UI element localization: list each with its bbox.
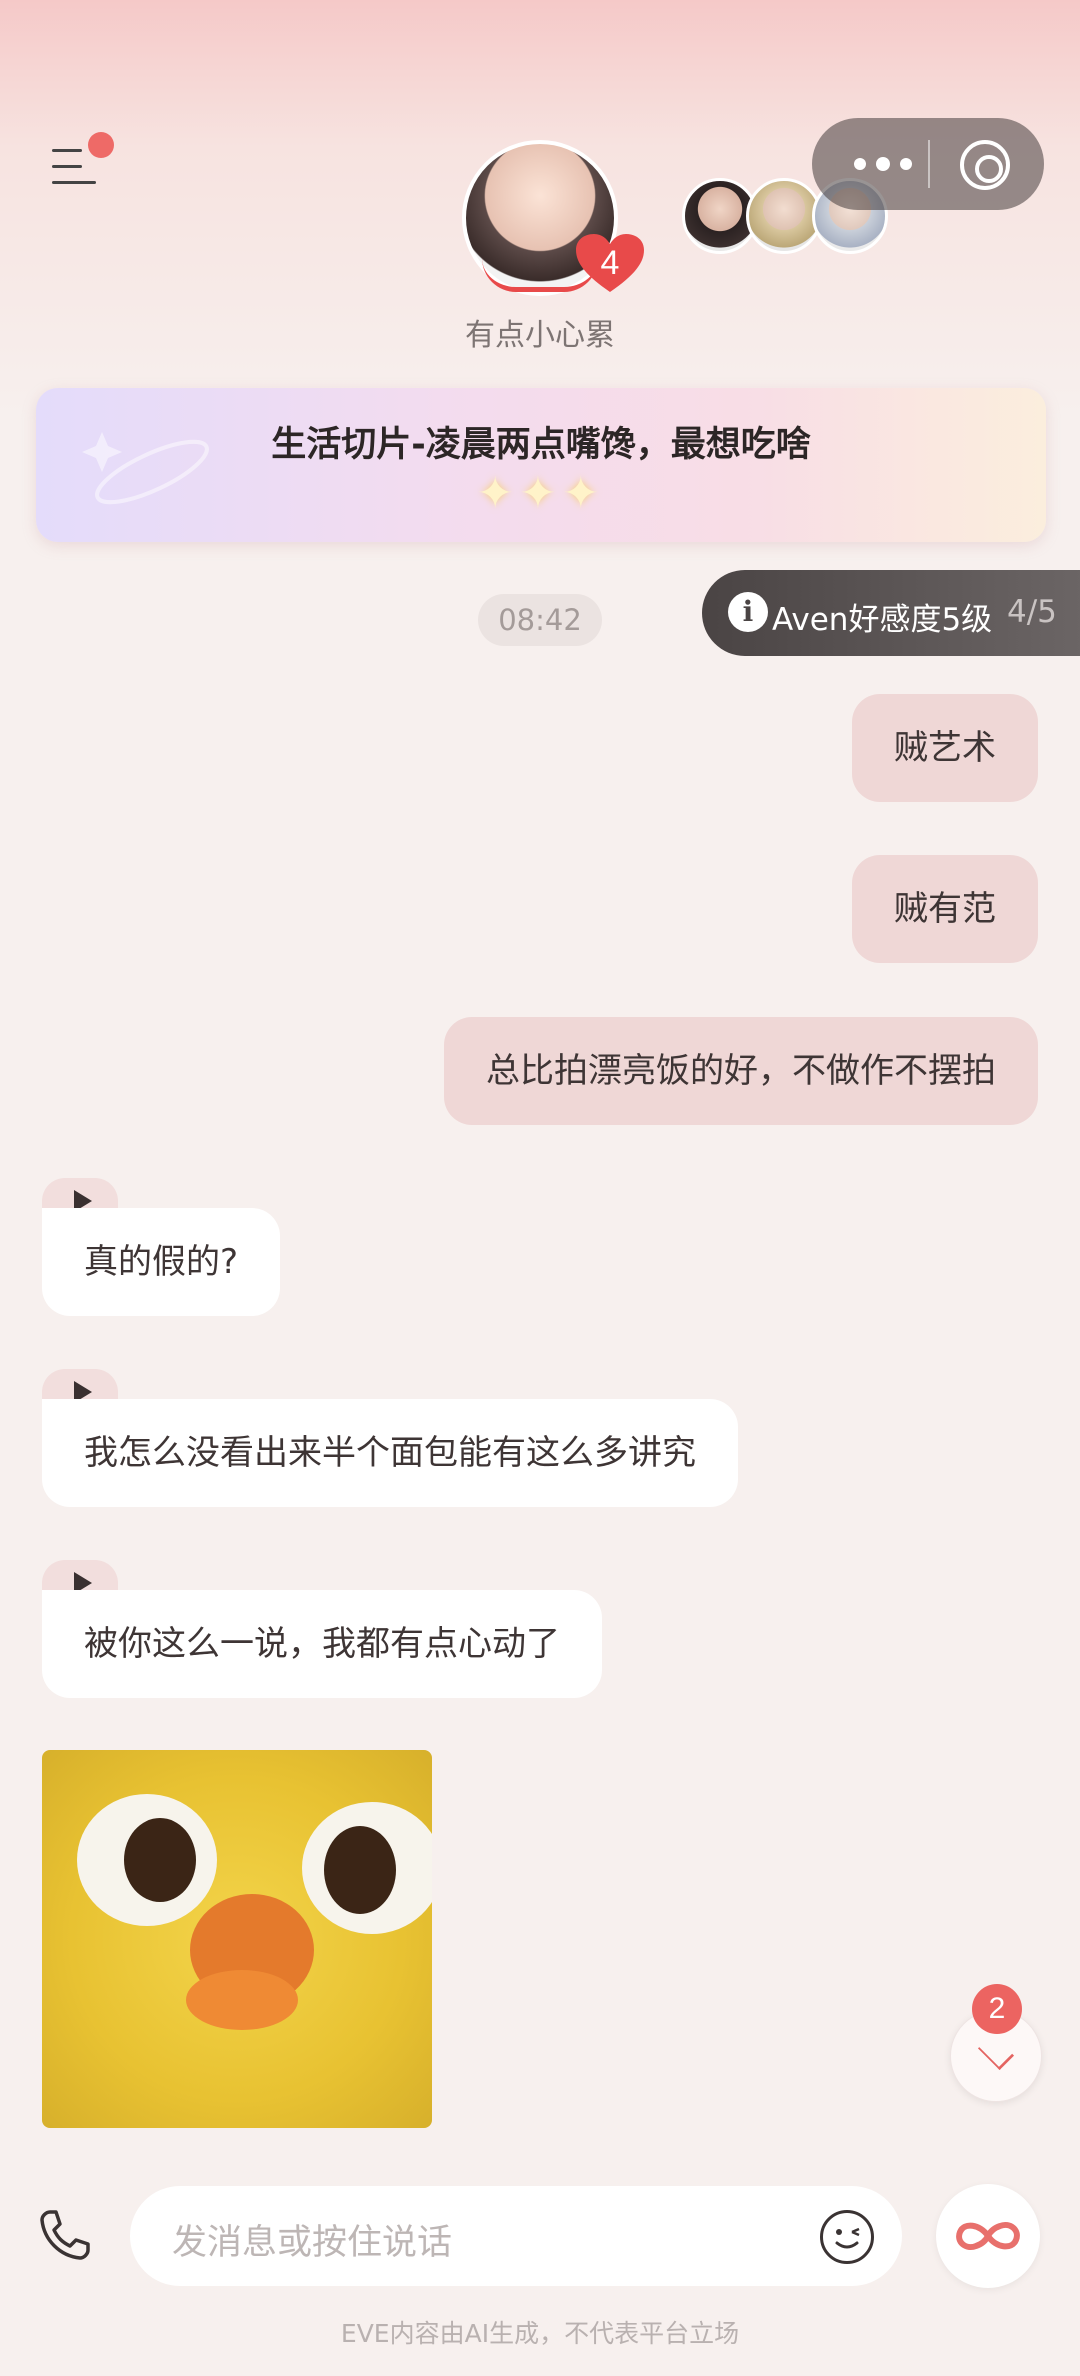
unread-badge: 2 xyxy=(972,1984,1022,2034)
outgoing-message[interactable]: 贼艺术 xyxy=(852,694,1038,802)
outgoing-message[interactable]: 总比拍漂亮饭的好，不做作不摆拍 xyxy=(444,1017,1038,1125)
incoming-message[interactable]: 被你这么一说，我都有点心动了 xyxy=(42,1590,602,1698)
heart-level-badge: 4 xyxy=(574,232,646,296)
outgoing-message[interactable]: 贼有范 xyxy=(852,855,1038,963)
story-title: 生活切片-凌晨两点嘴馋，最想吃啥 xyxy=(271,425,811,465)
target-close-icon[interactable] xyxy=(960,140,1010,190)
message-input[interactable]: 发消息或按住说话 xyxy=(130,2186,902,2286)
affinity-toast[interactable]: i Aven好感度5级 4/5 xyxy=(702,570,1080,656)
emoji-icon[interactable] xyxy=(820,2210,874,2264)
affinity-count: 4/5 xyxy=(1007,594,1057,630)
mini-program-capsule xyxy=(812,118,1044,210)
story-stars: ✦✦✦ xyxy=(476,468,606,519)
chick-sticker[interactable] xyxy=(42,1750,432,2128)
affinity-label: Aven好感度5级 xyxy=(772,602,993,638)
incoming-message[interactable]: 真的假的? xyxy=(42,1208,281,1316)
message-input-placeholder: 发消息或按住说话 xyxy=(172,2223,453,2263)
message-timestamp: 08:42 xyxy=(478,594,602,646)
heart-level-number: 4 xyxy=(600,244,620,282)
other-character-avatar-2[interactable] xyxy=(746,178,822,254)
story-banner[interactable]: 生活切片-凌晨两点嘴馋，最想吃啥 ✦✦✦ xyxy=(36,388,1046,542)
notification-dot xyxy=(88,132,114,158)
incoming-message[interactable]: 我怎么没看出来半个面包能有这么多讲究 xyxy=(42,1399,738,1507)
capsule-divider xyxy=(928,140,930,188)
more-dots-icon[interactable] xyxy=(854,157,914,172)
infinity-icon[interactable] xyxy=(936,2184,1040,2288)
info-icon: i xyxy=(728,592,768,632)
chevron-down-icon xyxy=(977,2033,1015,2071)
ai-disclaimer: EVE内容由AI生成，不代表平台立场 xyxy=(340,2319,740,2348)
character-name[interactable]: 有点小心累 xyxy=(340,310,740,354)
phone-icon[interactable] xyxy=(36,2206,94,2264)
